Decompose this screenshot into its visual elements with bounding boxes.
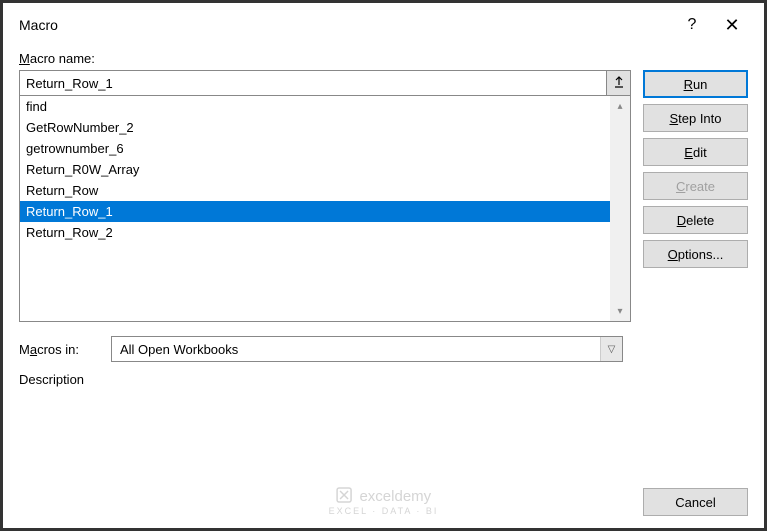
left-column: findGetRowNumber_2getrownumber_6Return_R… [19, 70, 631, 387]
macros-in-label: Macros in: [19, 342, 99, 357]
chevron-down-icon: ▽ [600, 337, 622, 361]
list-item[interactable]: Return_Row [20, 180, 610, 201]
close-button[interactable]: ✕ [712, 11, 752, 39]
help-button[interactable]: ? [672, 11, 712, 39]
watermark: exceldemy EXCEL · DATA · BI [329, 487, 439, 516]
dialog-title: Macro [19, 17, 672, 33]
macro-dialog: Macro ? ✕ Macro name: findGetRowNumber_2… [0, 0, 767, 531]
scroll-down-icon[interactable]: ▾ [610, 301, 630, 321]
collapse-icon [613, 76, 625, 91]
edit-button[interactable]: Edit [643, 138, 748, 166]
dropdown-value: All Open Workbooks [112, 342, 600, 357]
delete-button[interactable]: Delete [643, 206, 748, 234]
collapse-dialog-button[interactable] [607, 70, 631, 96]
main-row: findGetRowNumber_2getrownumber_6Return_R… [19, 70, 748, 387]
bottom-row: Cancel [643, 488, 748, 516]
run-button[interactable]: Run [643, 70, 748, 98]
button-column: Run Step Into Edit Create Delete Options… [643, 70, 748, 387]
description-label: Description [19, 372, 631, 387]
macro-name-input-row [19, 70, 631, 96]
macro-name-label: Macro name: [19, 51, 748, 66]
titlebar: Macro ? ✕ [3, 3, 764, 43]
macro-name-input[interactable] [19, 70, 607, 96]
macro-list[interactable]: findGetRowNumber_2getrownumber_6Return_R… [20, 96, 610, 321]
create-button: Create [643, 172, 748, 200]
macros-in-row: Macros in: All Open Workbooks ▽ [19, 336, 631, 362]
list-item[interactable]: find [20, 96, 610, 117]
list-item[interactable]: Return_R0W_Array [20, 159, 610, 180]
cancel-button[interactable]: Cancel [643, 488, 748, 516]
list-item[interactable]: Return_Row_1 [20, 201, 610, 222]
scrollbar[interactable]: ▴ ▾ [610, 96, 630, 321]
options-button[interactable]: Options... [643, 240, 748, 268]
list-item[interactable]: getrownumber_6 [20, 138, 610, 159]
macro-list-container: findGetRowNumber_2getrownumber_6Return_R… [19, 96, 631, 322]
scroll-up-icon[interactable]: ▴ [610, 96, 630, 116]
macros-in-dropdown[interactable]: All Open Workbooks ▽ [111, 336, 623, 362]
list-item[interactable]: Return_Row_2 [20, 222, 610, 243]
step-into-button[interactable]: Step Into [643, 104, 748, 132]
list-item[interactable]: GetRowNumber_2 [20, 117, 610, 138]
watermark-icon [336, 487, 352, 506]
dialog-content: Macro name: findGetRowNumber_2getrownumb… [3, 43, 764, 528]
